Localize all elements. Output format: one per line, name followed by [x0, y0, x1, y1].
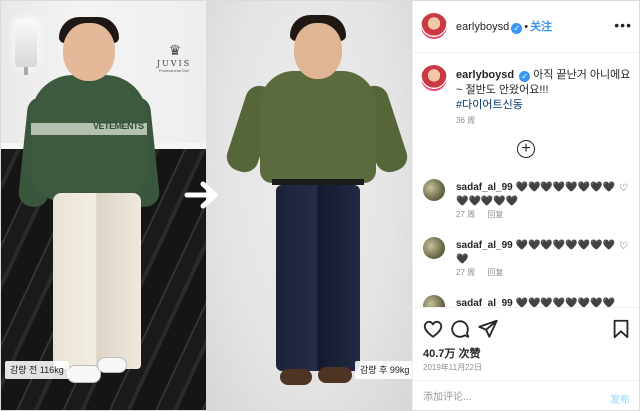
- before-photo: ♛ JUVIS Professional Diet VETEMENTS: [1, 1, 206, 410]
- add-comment-bar: 发布: [413, 380, 639, 410]
- caption-avatar[interactable]: [421, 65, 447, 91]
- caption-username[interactable]: earlyboysd: [456, 69, 514, 81]
- post-comment-button[interactable]: 发布: [610, 391, 630, 406]
- likes-count[interactable]: 40.7万 次赞: [423, 345, 480, 361]
- post-actions: 40.7万 次赞 2019年11月22日 发布: [413, 307, 639, 410]
- avatar[interactable]: [421, 13, 447, 39]
- instagram-post-modal: ♛ JUVIS Professional Diet VETEMENTS 감량 전…: [0, 0, 640, 411]
- reply-button[interactable]: 回复: [487, 268, 503, 277]
- more-options-icon[interactable]: •••: [614, 17, 632, 33]
- post-photo: ♛ JUVIS Professional Diet VETEMENTS 감량 전…: [1, 1, 412, 410]
- comment-input[interactable]: [423, 389, 583, 405]
- caption-timestamp: 36 周: [456, 116, 476, 125]
- post-date: 2019年11月22日: [423, 363, 482, 372]
- sweater-text: VETEMENTS: [93, 121, 144, 131]
- separator-dot: •: [524, 21, 529, 33]
- after-weight-label: 감량 후 99kg: [355, 361, 412, 379]
- commenter-avatar[interactable]: [423, 179, 445, 201]
- hashtag-link[interactable]: #다이어트신동: [456, 98, 636, 113]
- comment-time: 27 周: [456, 268, 476, 277]
- person-before: [63, 23, 115, 81]
- post-header: earlyboysd ✓ • 关注 •••: [413, 1, 639, 53]
- bookmark-icon[interactable]: [610, 318, 632, 340]
- before-weight-label: 감량 전 116kg: [5, 361, 69, 379]
- comment-icon[interactable]: [449, 318, 471, 340]
- comment-time: 27 周: [456, 210, 476, 219]
- load-more-comments-button[interactable]: +: [517, 140, 535, 158]
- wall-lamp: [15, 19, 37, 75]
- arrow-right-icon: [184, 181, 218, 209]
- person-after: [294, 23, 342, 79]
- verified-badge-icon: ✓: [519, 71, 531, 82]
- verified-badge-icon: ✓: [511, 23, 523, 34]
- comment-like-icon[interactable]: ♡: [619, 241, 628, 252]
- post-sidebar: earlyboysd ✓ • 关注 ••• earlyboysd ✓ 아직 끝난거 아…: [412, 1, 639, 410]
- after-photo: [206, 1, 412, 410]
- comment-username[interactable]: sadaf_al_99: [456, 182, 513, 193]
- reply-button[interactable]: 回复: [487, 210, 503, 219]
- heart-icon[interactable]: [422, 318, 444, 340]
- olive-shirt: [260, 71, 376, 183]
- header-username[interactable]: earlyboysd: [456, 21, 509, 33]
- commenter-avatar[interactable]: [423, 237, 445, 259]
- comment-like-icon[interactable]: ♡: [619, 183, 628, 194]
- green-sweater: [31, 75, 147, 201]
- share-icon[interactable]: [477, 318, 499, 340]
- cream-trousers: [53, 193, 141, 369]
- juvis-logo: ♛ JUVIS Professional Diet: [156, 43, 192, 73]
- follow-button[interactable]: 关注: [530, 21, 552, 33]
- navy-trousers: [276, 185, 360, 371]
- comment-username[interactable]: sadaf_al_99: [456, 240, 513, 251]
